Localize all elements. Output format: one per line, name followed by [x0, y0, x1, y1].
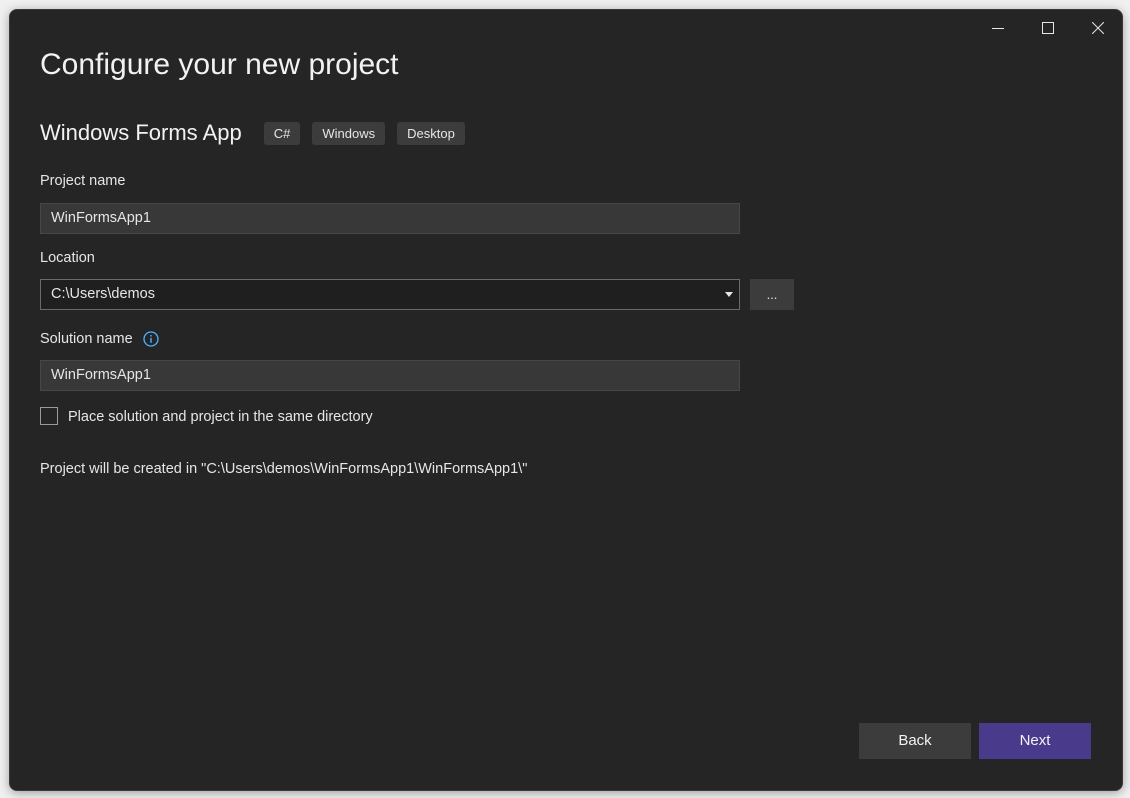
minimize-button[interactable] — [973, 10, 1023, 46]
location-combobox[interactable]: C:\Users\demos — [40, 279, 740, 310]
project-name-input[interactable]: WinFormsApp1 — [40, 203, 740, 234]
tag-project-type: Desktop — [397, 121, 465, 145]
solution-name-label: Solution name — [40, 331, 133, 347]
minimize-icon — [992, 28, 1004, 29]
same-directory-label[interactable]: Place solution and project in the same d… — [68, 409, 373, 425]
browse-location-button[interactable]: ... — [750, 279, 794, 310]
tag-language: C# — [263, 121, 301, 145]
close-button[interactable] — [1073, 10, 1122, 46]
info-icon[interactable] — [143, 331, 159, 347]
dropdown-arrow-icon[interactable] — [725, 292, 733, 297]
tag-platform: Windows — [312, 121, 386, 145]
configure-project-dialog: Configure your new project Windows Forms… — [9, 9, 1123, 791]
template-name: Windows Forms App — [40, 120, 242, 145]
back-button[interactable]: Back — [859, 723, 971, 759]
page-title: Configure your new project — [40, 48, 399, 81]
maximize-button[interactable] — [1023, 10, 1073, 46]
maximize-icon — [1042, 22, 1054, 34]
solution-name-input[interactable]: WinFormsApp1 — [40, 360, 740, 391]
location-label: Location — [40, 250, 95, 266]
project-path-note: Project will be created in "C:\Users\dem… — [40, 461, 528, 477]
template-header: Windows Forms App C# Windows Desktop — [40, 118, 477, 148]
project-name-label: Project name — [40, 173, 126, 189]
close-icon — [1092, 22, 1104, 34]
location-value: C:\Users\demos — [51, 286, 155, 302]
same-directory-checkbox[interactable] — [40, 407, 58, 425]
next-button[interactable]: Next — [979, 723, 1091, 759]
